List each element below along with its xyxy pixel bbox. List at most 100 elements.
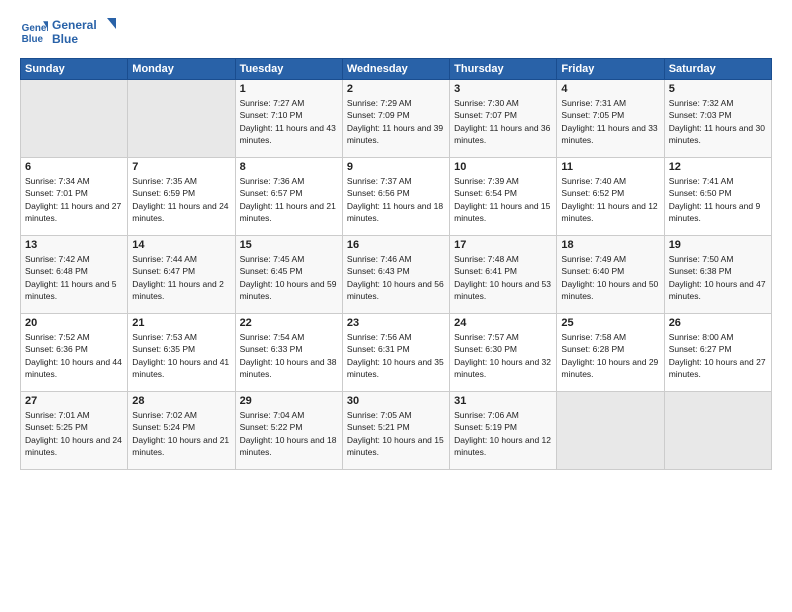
- daylight: Daylight: 11 hours and 43 minutes.: [240, 123, 336, 145]
- sunrise: Sunrise: 7:46 AM: [347, 254, 412, 264]
- day-info: Sunrise: 7:52 AMSunset: 6:36 PMDaylight:…: [25, 331, 123, 380]
- sunrise: Sunrise: 7:01 AM: [25, 410, 90, 420]
- day-number: 31: [454, 395, 552, 407]
- logo-graphic: General Blue: [52, 16, 122, 48]
- day-info: Sunrise: 7:50 AMSunset: 6:38 PMDaylight:…: [669, 253, 767, 302]
- sunrise: Sunrise: 7:27 AM: [240, 98, 305, 108]
- day-info: Sunrise: 7:56 AMSunset: 6:31 PMDaylight:…: [347, 331, 445, 380]
- day-number: 29: [240, 395, 338, 407]
- day-info: Sunrise: 7:44 AMSunset: 6:47 PMDaylight:…: [132, 253, 230, 302]
- day-info: Sunrise: 7:58 AMSunset: 6:28 PMDaylight:…: [561, 331, 659, 380]
- day-info: Sunrise: 7:27 AM Sunset: 7:10 PM Daylight:…: [240, 97, 338, 146]
- daylight: Daylight: 10 hours and 27 minutes.: [669, 357, 766, 379]
- daylight: Daylight: 11 hours and 21 minutes.: [240, 201, 336, 223]
- daylight: Daylight: 10 hours and 15 minutes.: [347, 435, 444, 457]
- daylight: Daylight: 11 hours and 39 minutes.: [347, 123, 443, 145]
- daylight: Daylight: 10 hours and 59 minutes.: [240, 279, 337, 301]
- sunrise: Sunrise: 7:54 AM: [240, 332, 305, 342]
- day-number: 2: [347, 83, 445, 95]
- day-info: Sunrise: 7:36 AMSunset: 6:57 PMDaylight:…: [240, 175, 338, 224]
- day-info: Sunrise: 7:53 AMSunset: 6:35 PMDaylight:…: [132, 331, 230, 380]
- sunset: Sunset: 6:38 PM: [669, 266, 732, 276]
- day-info: Sunrise: 8:00 AMSunset: 6:27 PMDaylight:…: [669, 331, 767, 380]
- day-number: 16: [347, 239, 445, 251]
- sunset: Sunset: 5:24 PM: [132, 422, 195, 432]
- day-number: 22: [240, 317, 338, 329]
- calendar-week-row: 1Sunrise: 7:27 AMSunset: 7:10 PMDaylight…: [21, 80, 772, 158]
- sunset: Sunset: 7:09 PM: [347, 110, 410, 120]
- day-number: 3: [454, 83, 552, 95]
- daylight: Daylight: 11 hours and 12 minutes.: [561, 201, 657, 223]
- sunset: Sunset: 5:21 PM: [347, 422, 410, 432]
- calendar-week-row: 20Sunrise: 7:52 AMSunset: 6:36 PMDayligh…: [21, 314, 772, 392]
- sunset: Sunset: 6:28 PM: [561, 344, 624, 354]
- daylight: Daylight: 10 hours and 47 minutes.: [669, 279, 766, 301]
- sunset: Sunset: 6:45 PM: [240, 266, 303, 276]
- header-row: SundayMondayTuesdayWednesdayThursdayFrid…: [21, 59, 772, 80]
- weekday-header: Wednesday: [342, 59, 449, 80]
- calendar-cell: [557, 392, 664, 470]
- sunrise: Sunrise: 7:32 AM: [669, 98, 734, 108]
- daylight: Daylight: 10 hours and 38 minutes.: [240, 357, 337, 379]
- sunrise: Sunrise: 7:42 AM: [25, 254, 90, 264]
- day-info: Sunrise: 7:40 AMSunset: 6:52 PMDaylight:…: [561, 175, 659, 224]
- day-number: 25: [561, 317, 659, 329]
- sunrise: Sunrise: 7:36 AM: [240, 176, 305, 186]
- day-number: 7: [132, 161, 230, 173]
- calendar-cell: 10Sunrise: 7:39 AMSunset: 6:54 PMDayligh…: [450, 158, 557, 236]
- sunrise: Sunrise: 7:45 AM: [240, 254, 305, 264]
- sunrise: Sunrise: 7:57 AM: [454, 332, 519, 342]
- sunrise: Sunrise: 7:02 AM: [132, 410, 197, 420]
- calendar-cell: 3 Sunrise: 7:30 AMSunset: 7:07 PMDaylight…: [450, 80, 557, 158]
- calendar-cell: 4Sunrise: 7:31 AMSunset: 7:05 PMDaylight…: [557, 80, 664, 158]
- sunset: Sunset: 6:33 PM: [240, 344, 303, 354]
- calendar-cell: [128, 80, 235, 158]
- svg-text:Blue: Blue: [22, 34, 44, 45]
- sunrise: Sunrise: 7:34 AM: [25, 176, 90, 186]
- weekday-header: Sunday: [21, 59, 128, 80]
- day-number: 19: [669, 239, 767, 251]
- day-info: Sunrise: 7:42 AMSunset: 6:48 PMDaylight:…: [25, 253, 123, 302]
- day-number: 9: [347, 161, 445, 173]
- day-number: 14: [132, 239, 230, 251]
- sunset: Sunset: 6:56 PM: [347, 188, 410, 198]
- calendar-cell: [664, 392, 771, 470]
- day-info: Sunrise: 7:49 AMSunset: 6:40 PMDaylight:…: [561, 253, 659, 302]
- daylight: Daylight: 11 hours and 9 minutes.: [669, 201, 761, 223]
- sunset: Sunset: 7:10 PM: [240, 110, 303, 120]
- calendar-cell: 21Sunrise: 7:53 AMSunset: 6:35 PMDayligh…: [128, 314, 235, 392]
- day-info: Sunrise: 7:04 AMSunset: 5:22 PMDaylight:…: [240, 409, 338, 458]
- day-number: 26: [669, 317, 767, 329]
- daylight: Daylight: 10 hours and 53 minutes.: [454, 279, 551, 301]
- sunrise: Sunrise: 7:06 AM: [454, 410, 519, 420]
- sunset: Sunset: 6:27 PM: [669, 344, 732, 354]
- calendar-cell: 14 Sunrise: 7:44 AMSunset: 6:47 PMDayligh…: [128, 236, 235, 314]
- calendar-cell: 5 Sunrise: 7:32 AMSunset: 7:03 PMDaylight…: [664, 80, 771, 158]
- sunset: Sunset: 7:07 PM: [454, 110, 517, 120]
- calendar-cell: 17Sunrise: 7:48 AMSunset: 6:41 PMDayligh…: [450, 236, 557, 314]
- daylight: Daylight: 11 hours and 33 minutes.: [561, 123, 657, 145]
- calendar-cell: 8Sunrise: 7:36 AMSunset: 6:57 PMDaylight…: [235, 158, 342, 236]
- sunrise: Sunrise: 7:05 AM: [347, 410, 412, 420]
- sunrise: Sunrise: 7:37 AM: [347, 176, 412, 186]
- day-number: 6: [25, 161, 123, 173]
- day-number: 5: [669, 83, 767, 95]
- calendar-page: General Blue General Blue SundayMondayTu…: [0, 0, 792, 612]
- svg-text:Blue: Blue: [52, 32, 78, 46]
- day-info: Sunrise: 7:54 AM Sunset: 6:33 PM Daylight:…: [240, 331, 338, 380]
- day-info: Sunrise: 7:41 AMSunset: 6:50 PMDaylight:…: [669, 175, 767, 224]
- day-info: Sunrise: 7:05 AM Sunset: 5:21 PM Daylight:…: [347, 409, 445, 458]
- sunrise: Sunrise: 7:40 AM: [561, 176, 626, 186]
- sunset: Sunset: 6:59 PM: [132, 188, 195, 198]
- day-info: Sunrise: 7:32 AMSunset: 7:03 PMDaylight:…: [669, 97, 767, 146]
- logo: General Blue General Blue: [20, 16, 122, 48]
- calendar-cell: 15Sunrise: 7:45 AMSunset: 6:45 PMDayligh…: [235, 236, 342, 314]
- day-info: Sunrise: 7:29 AMSunset: 7:09 PMDaylight:…: [347, 97, 445, 146]
- header: General Blue General Blue: [20, 16, 772, 48]
- day-number: 28: [132, 395, 230, 407]
- sunset: Sunset: 6:43 PM: [347, 266, 410, 276]
- calendar-cell: 30Sunrise: 7:05 AMSunset: 5:21 PMDayligh…: [342, 392, 449, 470]
- day-info: Sunrise: 7:30 AMSunset: 7:07 PMDaylight:…: [454, 97, 552, 146]
- calendar-cell: 9Sunrise: 7:37 AMSunset: 6:56 PMDaylight…: [342, 158, 449, 236]
- calendar-cell: 7Sunrise: 7:35 AMSunset: 6:59 PMDaylight…: [128, 158, 235, 236]
